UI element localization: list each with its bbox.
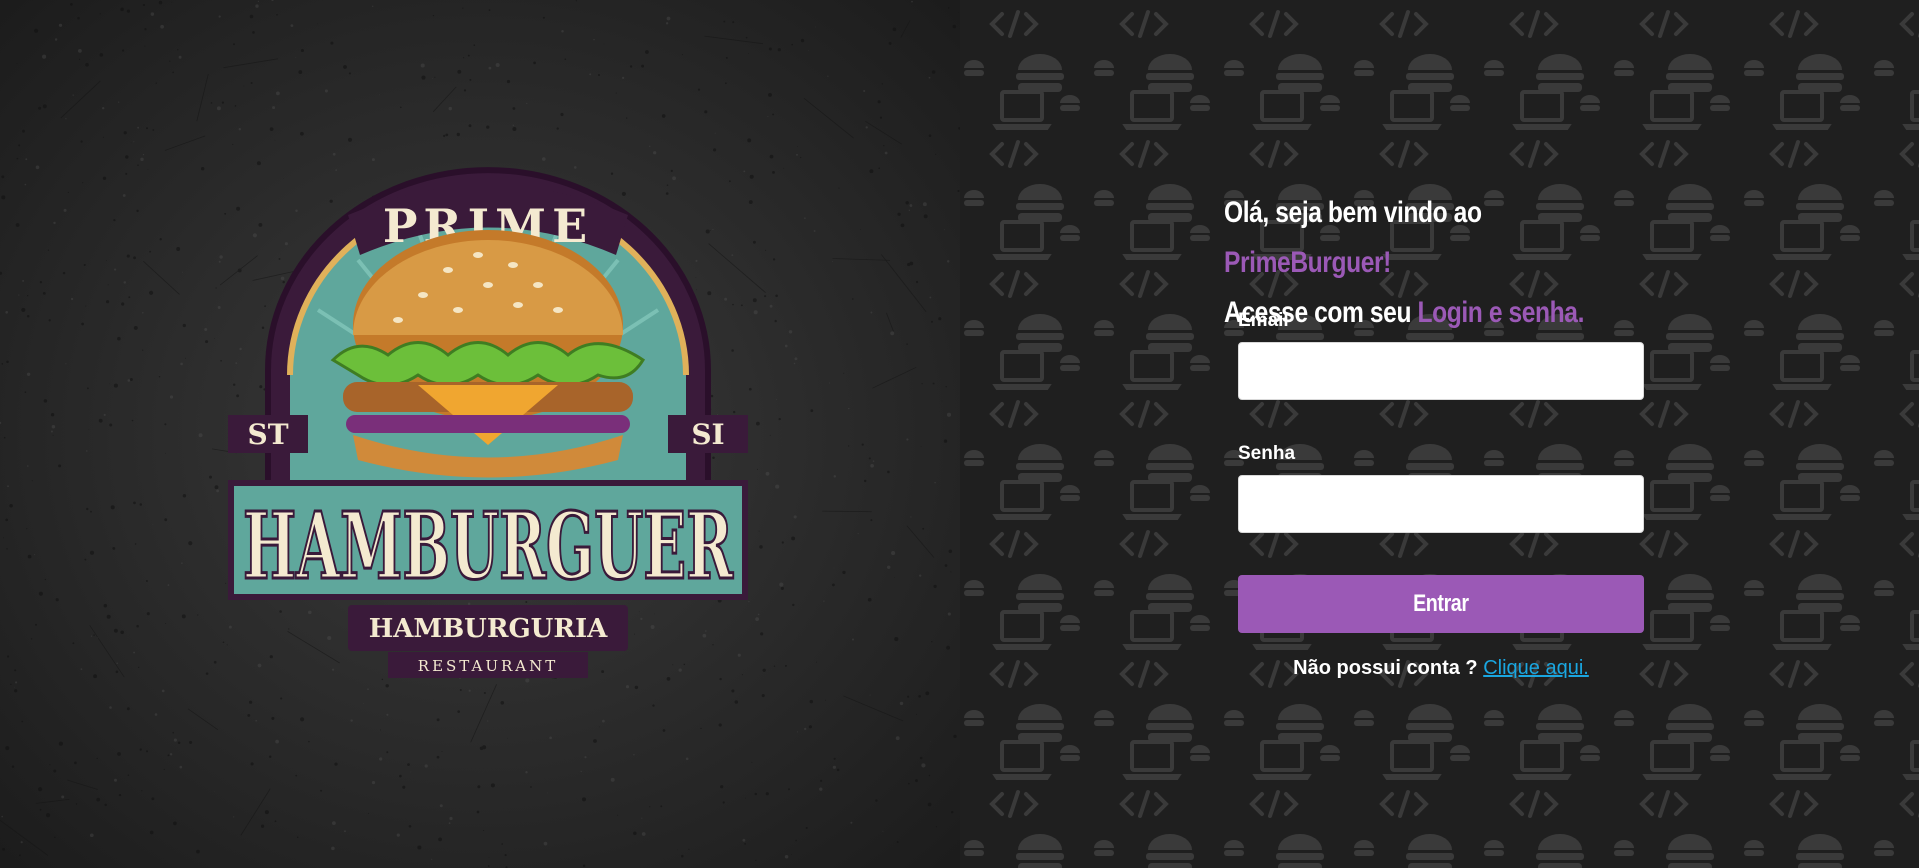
logo-hamburguer-text: HAMBURGUER [243, 492, 733, 600]
login-hint: Login e senha. [1417, 296, 1585, 329]
welcome-line-1: Olá, seja bem vindo ao PrimeBurguer! [1224, 188, 1650, 288]
email-field[interactable] [1238, 342, 1644, 400]
logo-side-right-text: SI [691, 418, 724, 451]
logo-hamburguria-text: HAMBURGURIA [369, 614, 608, 644]
email-label: Email [1238, 310, 1289, 331]
signup-text: Não possui conta ? [1293, 657, 1484, 679]
login-panel [960, 0, 1919, 868]
hero-panel: PRIME ST SI HAMBURGUER HAMBURGURIA RESTA… [0, 0, 960, 868]
signup-prompt: Não possui conta ? Clique aqui. [1238, 657, 1644, 680]
brand-name: PrimeBurguer! [1224, 246, 1391, 279]
welcome-prefix: Olá, seja bem vindo ao [1224, 196, 1482, 229]
prime-hamburguer-logo: PRIME ST SI HAMBURGUER HAMBURGURIA RESTA… [228, 167, 748, 678]
logo-restaurant-text: RESTAURANT [418, 657, 558, 675]
logo-side-left-text: ST [247, 418, 288, 451]
password-field[interactable] [1238, 475, 1644, 533]
signup-link[interactable]: Clique aqui. [1483, 657, 1589, 679]
icon-pattern-background [960, 0, 1919, 868]
login-button-label: Entrar [1413, 590, 1469, 617]
password-label: Senha [1238, 443, 1296, 464]
login-button[interactable]: Entrar [1238, 575, 1644, 633]
